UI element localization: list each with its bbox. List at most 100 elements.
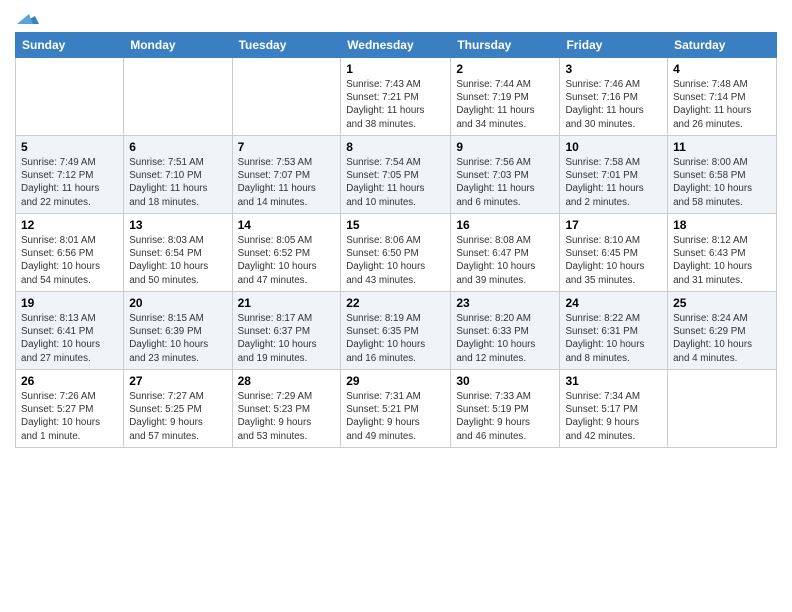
day-info: Sunrise: 8:03 AM Sunset: 6:54 PM Dayligh… [129, 234, 226, 287]
day-number: 19 [21, 296, 118, 310]
calendar-cell: 8 Sunrise: 7:54 AM Sunset: 7:05 PM Daylig… [341, 136, 451, 214]
calendar-week-row: 26Sunrise: 7:26 AM Sunset: 5:27 PM Dayli… [16, 370, 777, 448]
day-number: 4 [673, 62, 771, 76]
calendar-week-row: 12Sunrise: 8:01 AM Sunset: 6:56 PM Dayli… [16, 214, 777, 292]
calendar-cell: 10 Sunrise: 7:58 AM Sunset: 7:01 PM Dayli… [560, 136, 668, 214]
calendar-cell: 21 Sunrise: 8:17 AM Sunset: 6:37 PM Dayli… [232, 292, 341, 370]
calendar-cell: 6 Sunrise: 7:51 AM Sunset: 7:10 PM Daylig… [124, 136, 232, 214]
calendar-table: SundayMondayTuesdayWednesdayThursdayFrid… [15, 32, 777, 448]
calendar-cell: 16 Sunrise: 8:08 AM Sunset: 6:47 PM Dayli… [451, 214, 560, 292]
calendar-cell: 22Sunrise: 8:19 AM Sunset: 6:35 PM Dayli… [341, 292, 451, 370]
calendar-cell: 29 Sunrise: 7:31 AM Sunset: 5:21 PM Dayli… [341, 370, 451, 448]
calendar-cell: 30 Sunrise: 7:33 AM Sunset: 5:19 PM Dayli… [451, 370, 560, 448]
calendar-cell [124, 58, 232, 136]
day-number: 5 [21, 140, 118, 154]
day-number: 18 [673, 218, 771, 232]
day-number: 8 [346, 140, 445, 154]
day-info: Sunrise: 8:06 AM Sunset: 6:50 PM Dayligh… [346, 234, 445, 287]
calendar-cell: 7Sunrise: 7:53 AM Sunset: 7:07 PM Daylig… [232, 136, 341, 214]
day-number: 11 [673, 140, 771, 154]
day-number: 17 [565, 218, 662, 232]
calendar-cell: 26Sunrise: 7:26 AM Sunset: 5:27 PM Dayli… [16, 370, 124, 448]
day-info: Sunrise: 8:22 AM Sunset: 6:31 PM Dayligh… [565, 312, 662, 365]
calendar-cell: 19 Sunrise: 8:13 AM Sunset: 6:41 PM Dayli… [16, 292, 124, 370]
calendar-cell: 18 Sunrise: 8:12 AM Sunset: 6:43 PM Dayli… [668, 214, 777, 292]
col-header-monday: Monday [124, 33, 232, 58]
calendar-week-row: 19 Sunrise: 8:13 AM Sunset: 6:41 PM Dayli… [16, 292, 777, 370]
day-number: 7 [238, 140, 336, 154]
day-number: 25 [673, 296, 771, 310]
calendar-cell: 23 Sunrise: 8:20 AM Sunset: 6:33 PM Dayli… [451, 292, 560, 370]
calendar-cell: 12Sunrise: 8:01 AM Sunset: 6:56 PM Dayli… [16, 214, 124, 292]
day-info: Sunrise: 8:08 AM Sunset: 6:47 PM Dayligh… [456, 234, 554, 287]
page: SundayMondayTuesdayWednesdayThursdayFrid… [0, 0, 792, 458]
day-info: Sunrise: 8:24 AM Sunset: 6:29 PM Dayligh… [673, 312, 771, 365]
day-number: 1 [346, 62, 445, 76]
day-number: 10 [565, 140, 662, 154]
calendar-cell: 4Sunrise: 7:48 AM Sunset: 7:14 PM Daylig… [668, 58, 777, 136]
col-header-sunday: Sunday [16, 33, 124, 58]
day-info: Sunrise: 7:43 AM Sunset: 7:21 PM Dayligh… [346, 78, 445, 131]
day-info: Sunrise: 7:29 AM Sunset: 5:23 PM Dayligh… [238, 390, 336, 443]
calendar-cell: 28Sunrise: 7:29 AM Sunset: 5:23 PM Dayli… [232, 370, 341, 448]
day-info: Sunrise: 8:13 AM Sunset: 6:41 PM Dayligh… [21, 312, 118, 365]
calendar-cell: 15 Sunrise: 8:06 AM Sunset: 6:50 PM Dayli… [341, 214, 451, 292]
day-number: 24 [565, 296, 662, 310]
day-info: Sunrise: 7:46 AM Sunset: 7:16 PM Dayligh… [565, 78, 662, 131]
calendar-cell [16, 58, 124, 136]
day-info: Sunrise: 8:17 AM Sunset: 6:37 PM Dayligh… [238, 312, 336, 365]
day-number: 16 [456, 218, 554, 232]
calendar-cell: 20 Sunrise: 8:15 AM Sunset: 6:39 PM Dayli… [124, 292, 232, 370]
col-header-thursday: Thursday [451, 33, 560, 58]
calendar-cell: 17 Sunrise: 8:10 AM Sunset: 6:45 PM Dayli… [560, 214, 668, 292]
day-number: 2 [456, 62, 554, 76]
col-header-saturday: Saturday [668, 33, 777, 58]
day-number: 3 [565, 62, 662, 76]
calendar-cell: 31Sunrise: 7:34 AM Sunset: 5:17 PM Dayli… [560, 370, 668, 448]
day-number: 13 [129, 218, 226, 232]
day-info: Sunrise: 8:10 AM Sunset: 6:45 PM Dayligh… [565, 234, 662, 287]
day-number: 30 [456, 374, 554, 388]
calendar-header-row: SundayMondayTuesdayWednesdayThursdayFrid… [16, 33, 777, 58]
day-info: Sunrise: 7:31 AM Sunset: 5:21 PM Dayligh… [346, 390, 445, 443]
day-info: Sunrise: 8:00 AM Sunset: 6:58 PM Dayligh… [673, 156, 771, 209]
day-info: Sunrise: 8:15 AM Sunset: 6:39 PM Dayligh… [129, 312, 226, 365]
day-number: 6 [129, 140, 226, 154]
day-number: 23 [456, 296, 554, 310]
day-info: Sunrise: 8:05 AM Sunset: 6:52 PM Dayligh… [238, 234, 336, 287]
header [15, 10, 777, 28]
col-header-tuesday: Tuesday [232, 33, 341, 58]
col-header-friday: Friday [560, 33, 668, 58]
calendar-cell: 25 Sunrise: 8:24 AM Sunset: 6:29 PM Dayli… [668, 292, 777, 370]
calendar-cell: 2 Sunrise: 7:44 AM Sunset: 7:19 PM Daylig… [451, 58, 560, 136]
day-info: Sunrise: 7:58 AM Sunset: 7:01 PM Dayligh… [565, 156, 662, 209]
calendar-cell [668, 370, 777, 448]
day-number: 29 [346, 374, 445, 388]
day-info: Sunrise: 7:49 AM Sunset: 7:12 PM Dayligh… [21, 156, 118, 209]
day-info: Sunrise: 7:56 AM Sunset: 7:03 PM Dayligh… [456, 156, 554, 209]
calendar-week-row: 5 Sunrise: 7:49 AM Sunset: 7:12 PM Daylig… [16, 136, 777, 214]
day-info: Sunrise: 7:54 AM Sunset: 7:05 PM Dayligh… [346, 156, 445, 209]
day-info: Sunrise: 7:33 AM Sunset: 5:19 PM Dayligh… [456, 390, 554, 443]
day-info: Sunrise: 7:27 AM Sunset: 5:25 PM Dayligh… [129, 390, 226, 443]
day-info: Sunrise: 7:44 AM Sunset: 7:19 PM Dayligh… [456, 78, 554, 131]
calendar-cell: 13 Sunrise: 8:03 AM Sunset: 6:54 PM Dayli… [124, 214, 232, 292]
calendar-cell: 14 Sunrise: 8:05 AM Sunset: 6:52 PM Dayli… [232, 214, 341, 292]
day-info: Sunrise: 7:51 AM Sunset: 7:10 PM Dayligh… [129, 156, 226, 209]
day-info: Sunrise: 8:12 AM Sunset: 6:43 PM Dayligh… [673, 234, 771, 287]
day-number: 26 [21, 374, 118, 388]
day-number: 31 [565, 374, 662, 388]
day-number: 27 [129, 374, 226, 388]
day-number: 15 [346, 218, 445, 232]
day-number: 20 [129, 296, 226, 310]
day-number: 21 [238, 296, 336, 310]
day-info: Sunrise: 8:20 AM Sunset: 6:33 PM Dayligh… [456, 312, 554, 365]
col-header-wednesday: Wednesday [341, 33, 451, 58]
calendar-cell: 27 Sunrise: 7:27 AM Sunset: 5:25 PM Dayli… [124, 370, 232, 448]
calendar-cell: 5 Sunrise: 7:49 AM Sunset: 7:12 PM Daylig… [16, 136, 124, 214]
calendar-cell: 9Sunrise: 7:56 AM Sunset: 7:03 PM Daylig… [451, 136, 560, 214]
calendar-cell: 1 Sunrise: 7:43 AM Sunset: 7:21 PM Daylig… [341, 58, 451, 136]
day-info: Sunrise: 8:19 AM Sunset: 6:35 PM Dayligh… [346, 312, 445, 365]
calendar-cell: 11 Sunrise: 8:00 AM Sunset: 6:58 PM Dayli… [668, 136, 777, 214]
day-number: 14 [238, 218, 336, 232]
